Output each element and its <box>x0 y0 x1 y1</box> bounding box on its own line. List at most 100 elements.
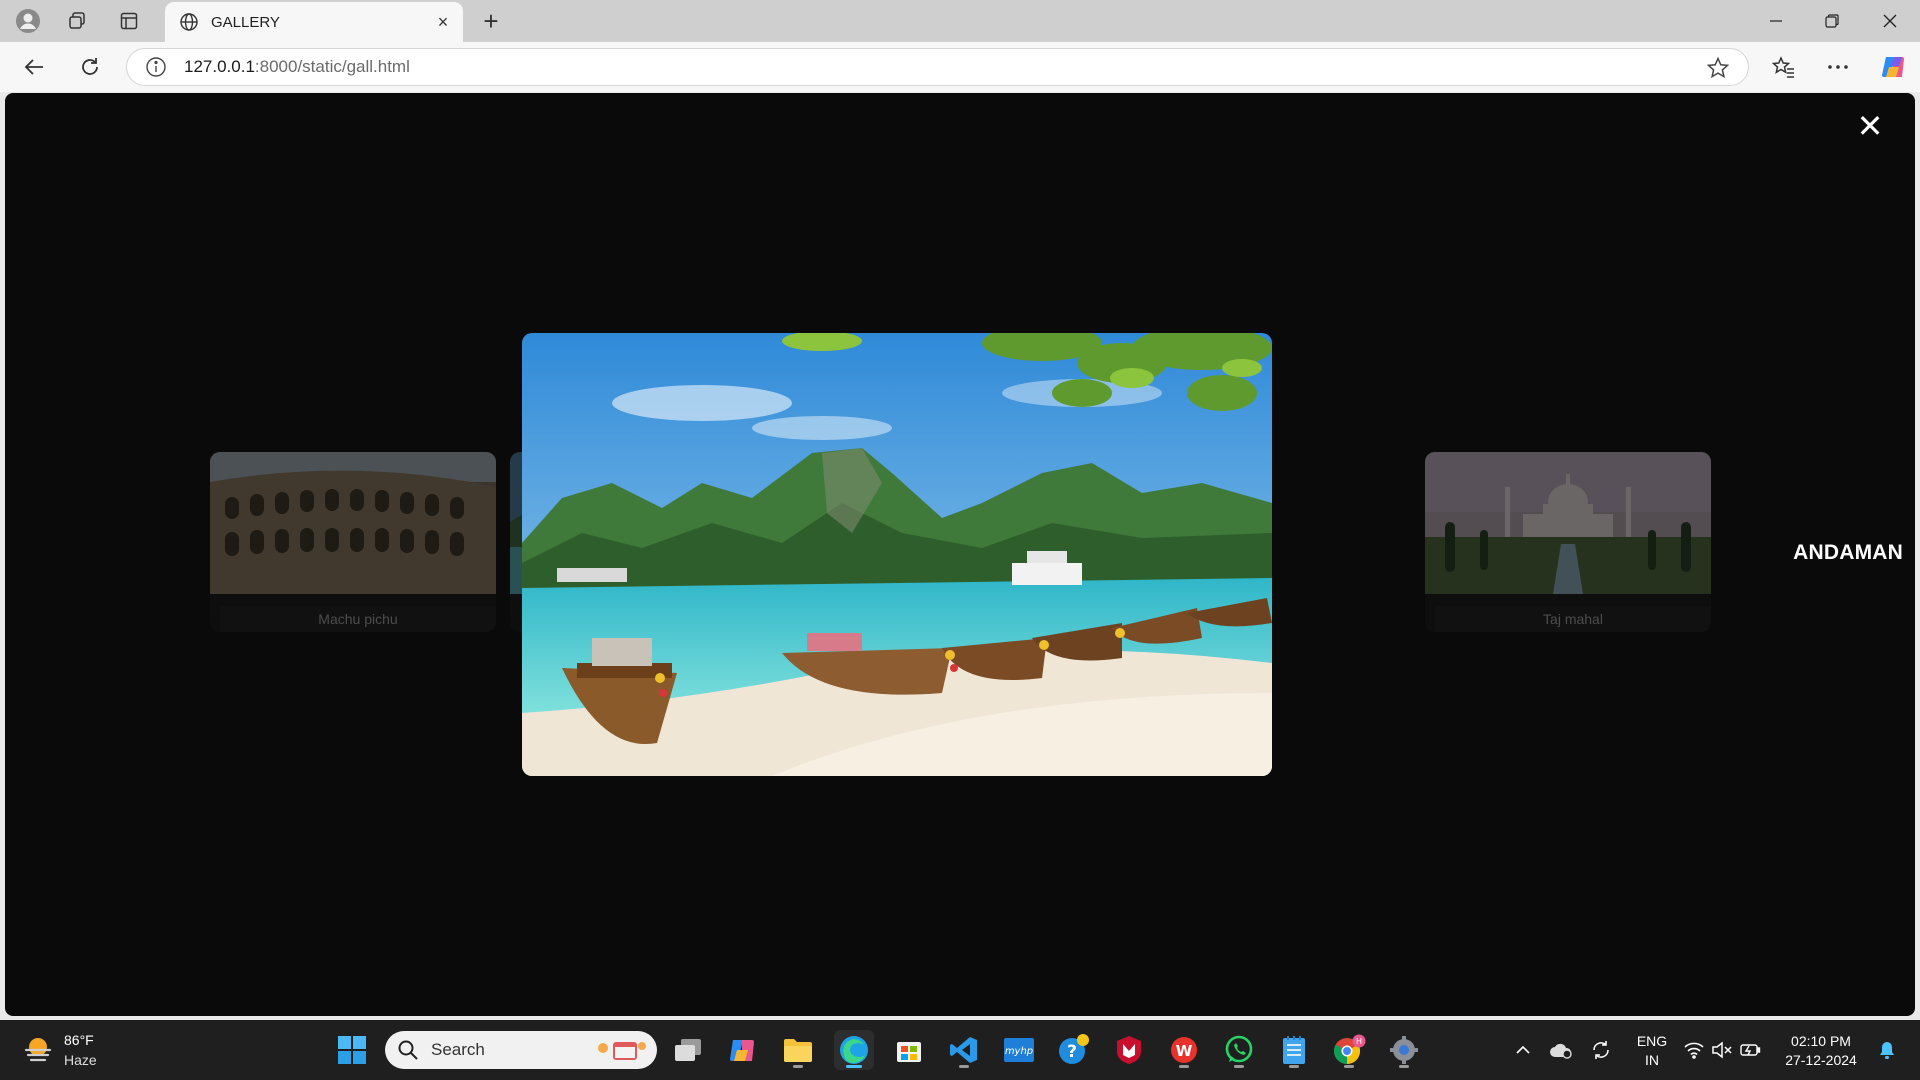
haze-weather-icon <box>24 1038 52 1062</box>
refresh-icon <box>82 58 98 75</box>
settings-gear-icon <box>1390 1036 1418 1064</box>
myhp-icon: myhp <box>1004 1038 1034 1062</box>
active-image-title: ANDAMAN <box>1793 541 1903 564</box>
taskbar-store[interactable] <box>889 1030 929 1070</box>
quick-settings-tray[interactable] <box>1676 1030 1768 1070</box>
running-indicator <box>1399 1065 1409 1068</box>
more-dots-icon <box>1828 65 1848 69</box>
running-indicator <box>846 1065 862 1068</box>
taskbar-whatsapp[interactable] <box>1219 1030 1259 1070</box>
lightbox-image[interactable] <box>522 333 1272 776</box>
taskbar-vscode[interactable] <box>944 1030 984 1070</box>
running-indicator <box>1344 1065 1354 1068</box>
tab-actions-icon[interactable] <box>111 6 147 36</box>
store-icon <box>897 1042 921 1062</box>
site-info-icon[interactable] <box>145 56 167 78</box>
notepad-icon <box>1283 1036 1305 1064</box>
url-path: :8000/static/gall.html <box>254 57 410 76</box>
taskbar-notepad[interactable] <box>1274 1030 1314 1070</box>
tab-close-icon[interactable]: × <box>433 12 453 32</box>
chevron-up-icon <box>1516 1045 1530 1054</box>
running-indicator <box>793 1065 803 1068</box>
gallery-card[interactable]: Machu pichu <box>210 452 496 632</box>
profile-icon[interactable] <box>10 6 46 36</box>
url-host: 127.0.0.1 <box>184 57 255 76</box>
sync-icon <box>1593 1041 1609 1059</box>
whatsapp-icon <box>1225 1035 1253 1063</box>
clock-date: 27-12-2024 <box>1785 1052 1857 1068</box>
minimize-button[interactable] <box>1748 0 1804 42</box>
browser-toolbar: 127.0.0.1:8000/static/gall.html <box>0 42 1920 92</box>
onedrive-tray[interactable] <box>1542 1030 1580 1070</box>
running-indicator <box>1289 1065 1299 1068</box>
workspaces-icon[interactable] <box>59 6 95 36</box>
taskbar-settings[interactable] <box>1384 1030 1424 1070</box>
clock-time: 02:10 PM <box>1791 1033 1851 1049</box>
svg-text:W: W <box>1176 1042 1193 1060</box>
url-text[interactable]: 127.0.0.1:8000/static/gall.html <box>184 57 410 77</box>
chrome-icon: H <box>1333 1034 1366 1065</box>
taskbar-chrome[interactable]: H <box>1329 1030 1369 1070</box>
card-caption: Taj mahal <box>1435 606 1711 632</box>
search-highlight-icon <box>598 1042 646 1060</box>
card-caption: Machu pichu <box>220 606 496 632</box>
restore-button[interactable] <box>1804 0 1860 42</box>
favorite-star-icon[interactable] <box>1706 56 1730 80</box>
refresh-button[interactable] <box>72 50 108 84</box>
wifi-icon <box>1684 1042 1704 1059</box>
taskbar-mcafee[interactable] <box>1109 1030 1149 1070</box>
bell-icon <box>1880 1042 1894 1059</box>
taskbar-edge[interactable] <box>834 1030 874 1070</box>
show-hidden-icons-button[interactable] <box>1502 1030 1544 1070</box>
task-view-icon <box>675 1039 701 1061</box>
sync-tray[interactable] <box>1582 1030 1620 1070</box>
windows-logo-icon <box>338 1036 366 1064</box>
taskbar-help[interactable]: ? <box>1054 1030 1094 1070</box>
back-button[interactable] <box>16 50 52 84</box>
svg-text:myhp: myhp <box>1005 1046 1033 1057</box>
language-region: IN <box>1645 1052 1659 1068</box>
start-button[interactable] <box>332 1030 372 1070</box>
language-indicator[interactable]: ENG IN <box>1630 1032 1674 1070</box>
taskbar: 86°F Haze Search myhp ? W H ENG IN 02:10… <box>0 1020 1920 1080</box>
globe-icon <box>180 13 198 31</box>
close-window-button[interactable] <box>1862 0 1918 42</box>
cloud-icon <box>1550 1043 1572 1059</box>
favorites-list-icon <box>1772 56 1794 78</box>
battery-charging-icon <box>1740 1044 1761 1056</box>
back-arrow-icon <box>24 59 43 75</box>
andaman-beach-longtail-boats <box>522 333 1272 776</box>
weather-condition: Haze <box>64 1052 97 1068</box>
running-indicator <box>1234 1065 1244 1068</box>
copilot-app-icon <box>730 1040 754 1061</box>
taskbar-copilot[interactable] <box>723 1030 763 1070</box>
tab-gallery[interactable]: GALLERY × <box>165 2 463 42</box>
search-icon <box>398 1040 418 1060</box>
new-tab-button[interactable]: + <box>474 6 508 36</box>
colosseum-image <box>210 452 496 594</box>
taskbar-search[interactable]: Search <box>385 1031 657 1069</box>
clock[interactable]: 02:10 PM 27-12-2024 <box>1778 1032 1864 1070</box>
lightbox-close-icon[interactable]: ✕ <box>1855 110 1885 142</box>
help-icon: ? <box>1059 1034 1089 1064</box>
weather-temp: 86°F <box>64 1032 94 1048</box>
weather-widget[interactable]: 86°F Haze <box>22 1030 142 1072</box>
more-options-button[interactable] <box>1820 50 1856 84</box>
taskbar-wps[interactable]: W <box>1164 1030 1204 1070</box>
task-view-button[interactable] <box>668 1030 708 1070</box>
wps-office-icon: W <box>1171 1037 1197 1063</box>
edge-icon <box>840 1036 868 1064</box>
gallery-card[interactable]: Taj mahal <box>1425 452 1711 632</box>
gallery-page: ✕ Machu pichu aman <box>5 93 1915 1016</box>
mcafee-shield-icon <box>1117 1036 1141 1064</box>
taj-mahal-image <box>1425 452 1711 594</box>
favorites-button[interactable] <box>1766 50 1802 84</box>
copilot-button[interactable] <box>1876 50 1912 84</box>
tab-title: GALLERY <box>211 13 280 31</box>
chrome-badge: H <box>1356 1037 1362 1046</box>
notifications-button[interactable] <box>1870 1030 1904 1070</box>
vscode-icon <box>950 1037 977 1063</box>
address-bar[interactable]: 127.0.0.1:8000/static/gall.html <box>126 48 1749 86</box>
taskbar-file-explorer[interactable] <box>778 1030 818 1070</box>
taskbar-myhp[interactable]: myhp <box>999 1030 1039 1070</box>
